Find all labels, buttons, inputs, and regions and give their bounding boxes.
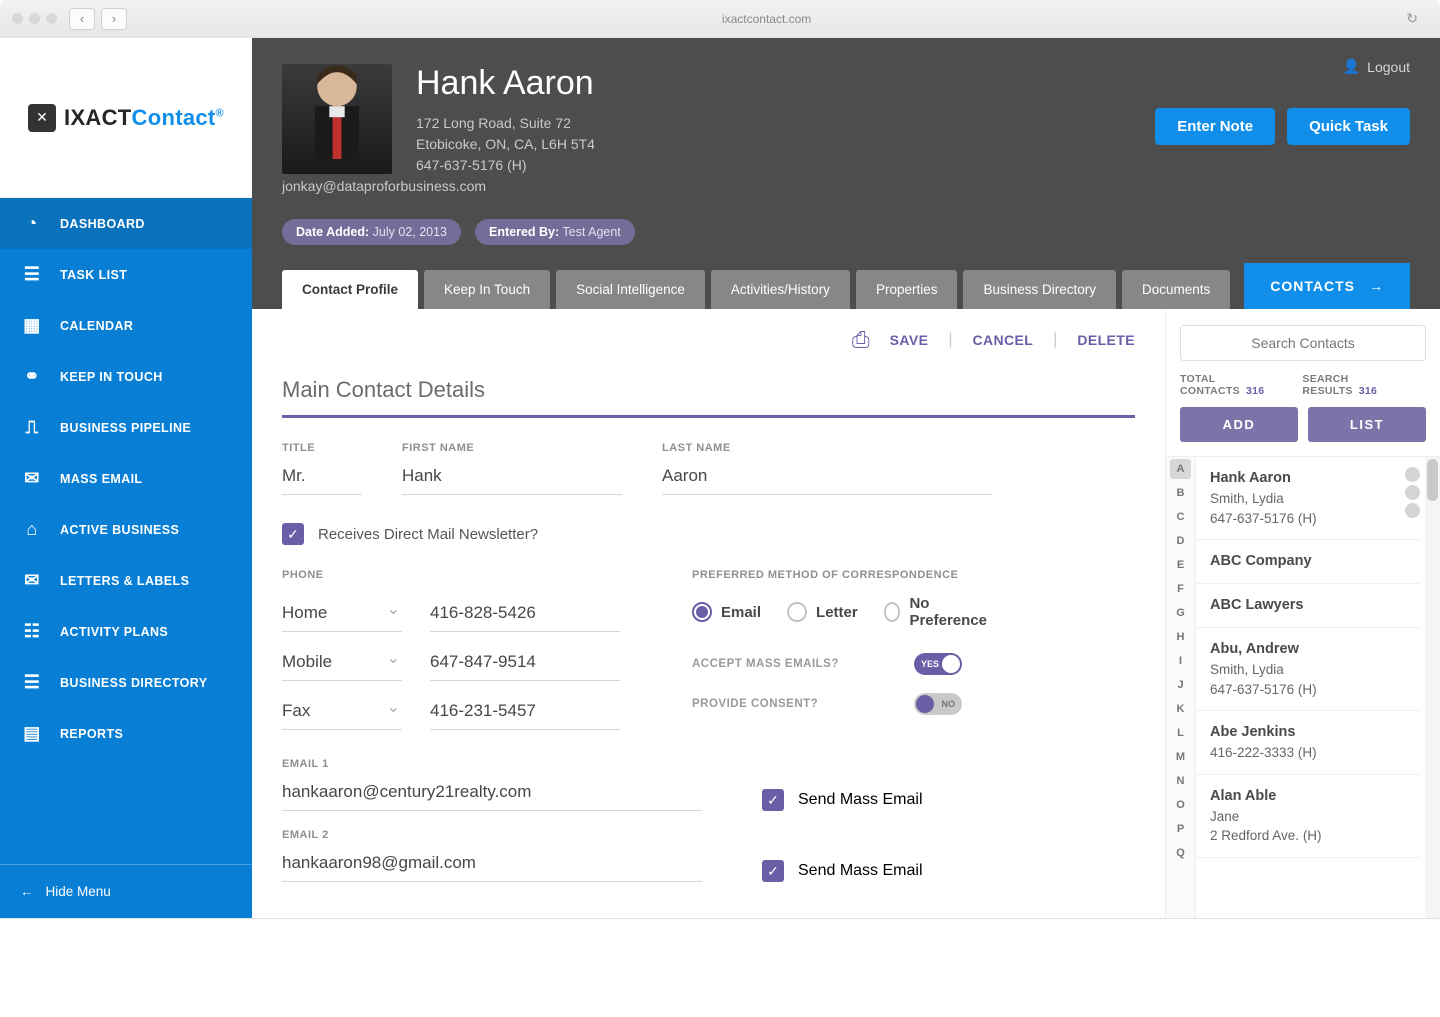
contact-list-item[interactable]: ABC Company [1196, 540, 1420, 584]
phone-number-2[interactable] [430, 697, 620, 730]
entered-by-pill: Entered By: Test Agent [475, 219, 635, 245]
contact-list-item[interactable]: Abu, AndrewSmith, Lydia647-637-5176 (H) [1196, 628, 1420, 711]
section-title: Main Contact Details [252, 361, 1165, 415]
sidebar: ✕ IXACTContact® ◔DASHBOARD ☰TASK LIST ▦C… [0, 38, 252, 918]
email-icon: ✉ [20, 468, 44, 489]
nav-task-list[interactable]: ☰TASK LIST [0, 249, 252, 300]
title-input[interactable] [282, 462, 362, 495]
brand-logo: ✕ IXACTContact® [0, 38, 252, 198]
address-bar[interactable]: ixactcontact.com [139, 12, 1394, 26]
browser-chrome: ‹ › ixactcontact.com ↻ [0, 0, 1440, 38]
dashboard-icon: ◔ [20, 213, 44, 234]
reports-icon: ▤ [20, 723, 44, 744]
contacts-button[interactable]: CONTACTS→ [1244, 263, 1410, 309]
tasklist-icon: ☰ [20, 264, 44, 285]
scrollbar-track [1425, 457, 1440, 918]
add-contact-button[interactable]: ADD [1180, 407, 1298, 442]
first-name-input[interactable] [402, 462, 622, 495]
nav-business-directory[interactable]: ☰BUSINESS DIRECTORY [0, 657, 252, 708]
tab-contact-profile[interactable]: Contact Profile [282, 270, 418, 309]
scrollbar-thumb[interactable] [1427, 459, 1438, 501]
keepintouch-icon: ⚭ [20, 366, 44, 387]
window-controls [12, 13, 57, 24]
contact-list-item[interactable]: Hank Aaron Smith, Lydia 647-637-5176 (H) [1196, 457, 1420, 540]
activebiz-icon: ⌂ [20, 519, 44, 540]
nav-dashboard[interactable]: ◔DASHBOARD [0, 198, 252, 249]
newsletter-label: Receives Direct Mail Newsletter? [318, 526, 538, 543]
tab-keep-in-touch[interactable]: Keep In Touch [424, 270, 550, 309]
directory-icon: ☰ [20, 672, 44, 693]
pipeline-icon: ⎍ [20, 417, 44, 438]
phone-number-0[interactable] [430, 599, 620, 632]
logout-link[interactable]: 👤Logout [1343, 58, 1410, 75]
quick-task-button[interactable]: Quick Task [1287, 108, 1410, 145]
refresh-icon[interactable]: ↻ [1406, 10, 1418, 27]
nav-business-pipeline[interactable]: ⎍BUSINESS PIPELINE [0, 402, 252, 453]
list-contacts-button[interactable]: LIST [1308, 407, 1426, 442]
calendar-icon: ▦ [20, 315, 44, 336]
contact-list-item[interactable]: Abe Jenkins416-222-3333 (H) [1196, 711, 1420, 775]
tab-documents[interactable]: Documents [1122, 270, 1230, 309]
user-icon: 👤 [1343, 58, 1360, 75]
nav-reports[interactable]: ▤REPORTS [0, 708, 252, 759]
nav-letters-labels[interactable]: ✉LETTERS & LABELS [0, 555, 252, 606]
phone-type-2[interactable] [282, 697, 402, 730]
back-button[interactable]: ‹ [69, 8, 95, 30]
date-added-pill: Date Added: July 02, 2013 [282, 219, 461, 245]
send-mass-1-checkbox[interactable]: ✓ [762, 789, 784, 811]
nav-calendar[interactable]: ▦CALENDAR [0, 300, 252, 351]
status-badge-icon [1405, 485, 1420, 500]
letters-icon: ✉ [20, 570, 44, 591]
enter-note-button[interactable]: Enter Note [1155, 108, 1275, 145]
section-divider [282, 415, 1135, 418]
nav: ◔DASHBOARD ☰TASK LIST ▦CALENDAR ⚭KEEP IN… [0, 198, 252, 864]
tab-activities-history[interactable]: Activities/History [711, 270, 850, 309]
forward-button[interactable]: › [101, 8, 127, 30]
hide-menu-button[interactable]: ← Hide Menu [0, 864, 252, 918]
email2-input[interactable] [282, 849, 702, 882]
nav-mass-email[interactable]: ✉MASS EMAIL [0, 453, 252, 504]
phone-type-0[interactable] [282, 599, 402, 632]
contact-avatar [282, 64, 392, 174]
contacts-panel: TOTAL CONTACTS316 SEARCH RESULTS316 ADD … [1165, 309, 1440, 918]
tab-social-intelligence[interactable]: Social Intelligence [556, 270, 705, 309]
nav-keep-in-touch[interactable]: ⚭KEEP IN TOUCH [0, 351, 252, 402]
contact-name: Hank Aaron [282, 64, 1410, 103]
pref-email-radio[interactable]: Email [692, 602, 761, 622]
email1-input[interactable] [282, 778, 702, 811]
tab-properties[interactable]: Properties [856, 270, 958, 309]
cancel-link[interactable]: CANCEL [972, 332, 1033, 348]
tab-business-directory[interactable]: Business Directory [963, 270, 1116, 309]
nav-active-business[interactable]: ⌂ACTIVE BUSINESS [0, 504, 252, 555]
nav-activity-plans[interactable]: ☷ACTIVITY PLANS [0, 606, 252, 657]
phone-type-1[interactable] [282, 648, 402, 681]
tabbar: Contact Profile Keep In Touch Social Int… [252, 263, 1440, 309]
save-link[interactable]: SAVE [890, 332, 929, 348]
more-icon [1405, 503, 1420, 518]
search-contacts-input[interactable] [1180, 325, 1426, 361]
newsletter-checkbox[interactable]: ✓ [282, 523, 304, 545]
accept-mass-toggle[interactable]: YES [914, 653, 962, 675]
delete-link[interactable]: DELETE [1077, 332, 1135, 348]
arrow-left-icon: ← [20, 884, 34, 899]
status-badge-icon [1405, 467, 1420, 482]
print-icon[interactable]: ⎙ [852, 327, 870, 353]
arrow-right-icon: → [1369, 278, 1384, 294]
last-name-input[interactable] [662, 462, 992, 495]
send-mass-2-checkbox[interactable]: ✓ [762, 860, 784, 882]
contact-list-item[interactable]: ABC Lawyers [1196, 584, 1420, 628]
pref-letter-radio[interactable]: Letter [787, 602, 858, 622]
contact-list-item[interactable]: Alan AbleJane2 Redford Ave. (H) [1196, 775, 1420, 858]
plans-icon: ☷ [20, 621, 44, 642]
consent-toggle[interactable]: NO [914, 693, 962, 715]
pref-none-radio[interactable]: No Preference [884, 595, 991, 629]
contact-header: 👤Logout Enter Note Quick Task Hank Aaron… [252, 38, 1440, 263]
alpha-index[interactable]: ABCDEFGHIJKLMNOPQ [1166, 457, 1196, 918]
brand-mark-icon: ✕ [28, 104, 56, 132]
phone-number-1[interactable] [430, 648, 620, 681]
